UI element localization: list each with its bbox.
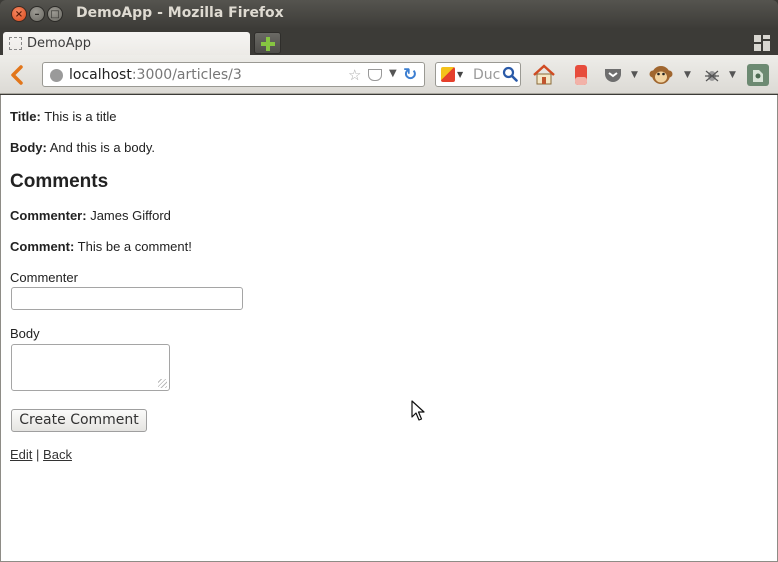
back-icon[interactable] — [7, 64, 29, 86]
new-tab-button[interactable] — [254, 32, 281, 54]
window-close-button[interactable]: × — [11, 6, 27, 22]
home-icon[interactable] — [532, 63, 556, 87]
commenter-row: Commenter: James Gifford — [10, 208, 171, 223]
edit-link[interactable]: Edit — [10, 447, 32, 462]
commenter-input[interactable] — [11, 287, 243, 310]
tab-title: DemoApp — [27, 36, 92, 51]
article-body-label: Body: — [10, 140, 47, 155]
body-textarea[interactable] — [11, 344, 170, 391]
search-input[interactable]: Duck — [473, 67, 501, 83]
mouse-cursor-icon — [411, 400, 425, 422]
window-maximize-button[interactable]: □ — [47, 6, 63, 22]
url-history-dropdown-icon[interactable]: ▼ — [389, 68, 397, 79]
search-icon[interactable] — [502, 66, 518, 82]
search-engine-dropdown-icon[interactable]: ▼ — [457, 70, 463, 79]
commenter-value: James Gifford — [90, 208, 171, 223]
reload-icon[interactable]: ↻ — [403, 65, 417, 85]
eraser-icon[interactable] — [569, 63, 593, 87]
resize-grip-icon[interactable] — [158, 379, 167, 388]
pocket-dropdown-icon[interactable]: ▼ — [631, 70, 638, 80]
pocket-icon[interactable] — [368, 69, 382, 81]
tab-strip: DemoApp — [0, 28, 778, 56]
footer-links: Edit | Back — [10, 447, 72, 462]
page-content: Title: This is a title Body: And this is… — [0, 95, 778, 562]
navigation-toolbar: localhost:3000/articles/3 ☆ ▼ ↻ ▼ Duck ▼… — [0, 55, 778, 94]
article-body-row: Body: And this is a body. — [10, 140, 155, 155]
globe-icon — [50, 69, 63, 82]
window-minimize-button[interactable]: – — [29, 6, 45, 22]
comment-value: This be a comment! — [77, 239, 192, 254]
commenter-field-label: Commenter — [10, 270, 78, 285]
bookmark-star-icon[interactable]: ☆ — [348, 66, 361, 84]
url-host: localhost — [69, 67, 132, 83]
comment-label: Comment: — [10, 239, 75, 254]
window-title: DemoApp - Mozilla Firefox — [76, 5, 284, 21]
search-engine-icon[interactable] — [441, 67, 455, 82]
pocket-toolbar-icon[interactable] — [601, 63, 625, 87]
back-link[interactable]: Back — [43, 447, 72, 462]
search-box[interactable]: ▼ Duck — [435, 62, 521, 87]
article-title-label: Title: — [10, 109, 41, 124]
tab-demoapp[interactable]: DemoApp — [3, 32, 250, 56]
body-field-label: Body — [10, 326, 40, 341]
bug-icon[interactable] — [700, 63, 724, 87]
links-separator: | — [36, 447, 40, 462]
article-body-value: And this is a body. — [49, 140, 156, 155]
monkey-icon[interactable] — [649, 63, 673, 87]
default-favicon-icon — [9, 37, 22, 50]
window-titlebar: × – □ DemoApp - Mozilla Firefox — [0, 0, 778, 28]
article-title-value: This is a title — [44, 109, 117, 124]
comments-heading: Comments — [10, 171, 109, 192]
comment-row: Comment: This be a comment! — [10, 239, 192, 254]
create-comment-button[interactable]: Create Comment — [11, 409, 147, 432]
bug-dropdown-icon[interactable]: ▼ — [729, 70, 736, 80]
url-text[interactable]: localhost:3000/articles/3 — [69, 67, 242, 83]
monkey-dropdown-icon[interactable]: ▼ — [684, 70, 691, 80]
article-title-row: Title: This is a title — [10, 109, 116, 124]
url-bar[interactable]: localhost:3000/articles/3 ☆ ▼ ↻ — [42, 62, 425, 87]
evernote-icon[interactable] — [746, 63, 770, 87]
tab-groups-icon[interactable] — [754, 35, 770, 51]
commenter-label: Commenter: — [10, 208, 87, 223]
url-path: :3000/articles/3 — [131, 67, 242, 83]
